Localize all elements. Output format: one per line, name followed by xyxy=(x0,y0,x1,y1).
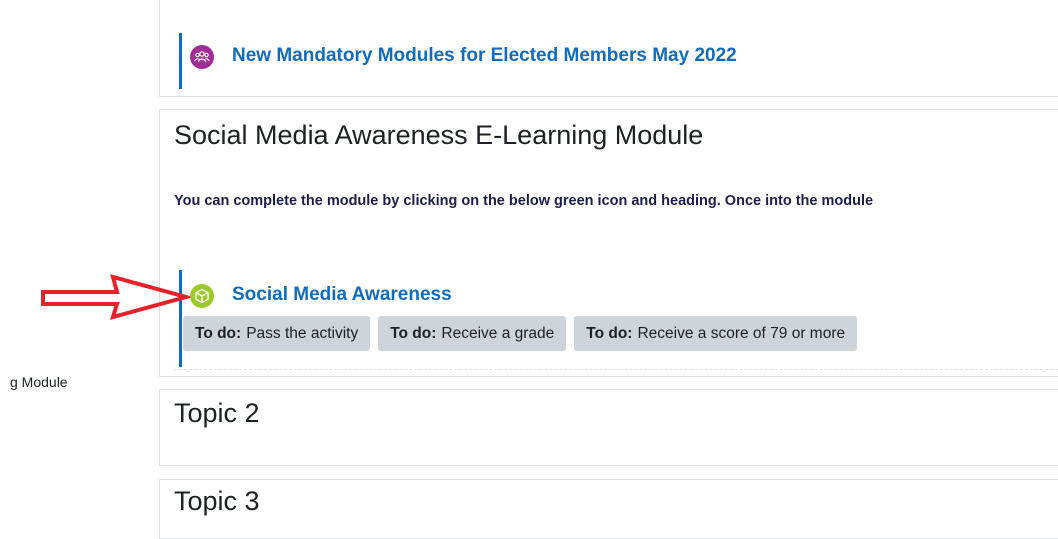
group-forum-icon[interactable] xyxy=(190,45,214,69)
badge-label: To do: xyxy=(390,324,437,342)
completion-badge-pass: To do: Pass the activity xyxy=(183,316,371,351)
red-outline-arrow-icon xyxy=(41,274,190,320)
section-topic-2 xyxy=(159,389,1058,466)
completion-badge-grade: To do: Receive a grade xyxy=(378,316,567,351)
completion-conditions: To do: Pass the activity To do: Receive … xyxy=(183,316,858,351)
section-title: Topic 3 xyxy=(174,486,260,516)
section-title: Social Media Awareness E-Learning Module xyxy=(174,120,704,150)
activity-divider xyxy=(174,369,1058,370)
badge-label: To do: xyxy=(586,324,633,342)
activity-link-mandatory-modules[interactable]: New Mandatory Modules for Elected Member… xyxy=(232,45,737,67)
completion-badge-score: To do: Receive a score of 79 or more xyxy=(574,316,858,351)
sidebar-item-module[interactable]: g Module xyxy=(10,374,68,390)
badge-text: Receive a grade xyxy=(441,324,555,342)
section-title: Topic 2 xyxy=(174,398,260,428)
activity-indicator-bar xyxy=(179,33,182,89)
scorm-package-icon[interactable] xyxy=(190,284,214,308)
section-topic-3 xyxy=(159,479,1058,539)
activity-link-social-media-awareness[interactable]: Social Media Awareness xyxy=(232,284,452,306)
badge-text: Receive a score of 79 or more xyxy=(637,324,846,342)
badge-label: To do: xyxy=(195,324,242,342)
badge-text: Pass the activity xyxy=(246,324,359,342)
section-summary: You can complete the module by clicking … xyxy=(174,193,874,209)
